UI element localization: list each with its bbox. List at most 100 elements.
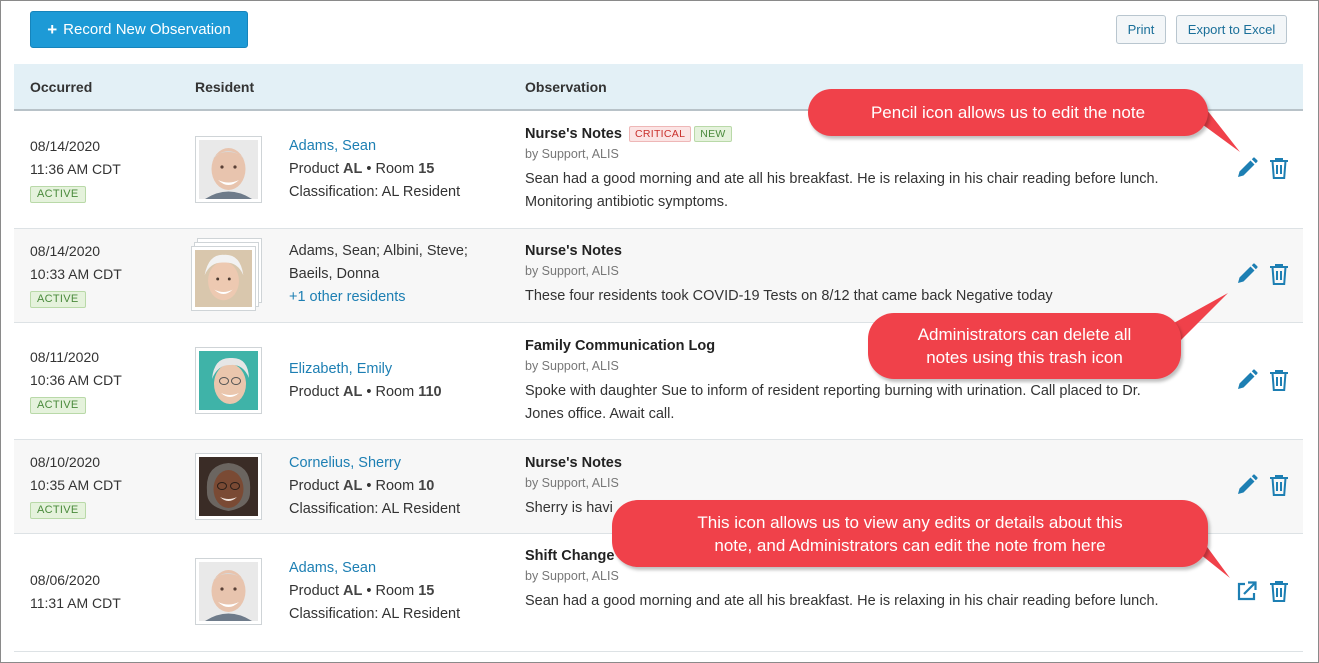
room-value: 15 [418, 583, 435, 599]
status-badge: ACTIVE [30, 502, 86, 519]
avatar[interactable] [195, 136, 262, 203]
plus-icon: + [47, 20, 58, 39]
resident-cell: Adams, Sean Product AL • Room 15 Classif… [289, 557, 460, 626]
residents-list-line2: Baeils, Donna [289, 266, 380, 282]
occurred-time: 10:35 AM CDT [30, 477, 122, 493]
occurred-date: 08/10/2020 [30, 454, 101, 470]
product-value: AL [343, 478, 363, 494]
resident-product-room: Product AL • Room 10 [289, 475, 460, 498]
product-prefix: Product [289, 161, 339, 177]
row-actions [1235, 473, 1295, 499]
trash-icon[interactable] [1267, 156, 1291, 180]
header-resident[interactable]: Resident [195, 79, 254, 95]
room-prefix: • Room [366, 384, 415, 400]
header-observation[interactable]: Observation [525, 79, 607, 95]
room-value: 10 [418, 478, 435, 494]
occurred-cell: 08/10/2020 10:35 AM CDT ACTIVE [30, 451, 122, 520]
occurred-date: 08/11/2020 [30, 349, 100, 365]
toolbar: + Record New Observation Print Export to… [0, 0, 1317, 64]
resident-cell: Cornelius, Sherry Product AL • Room 10 C… [289, 452, 460, 521]
table-row[interactable]: 08/14/2020 10:33 AM CDT ACTIVE Adams, Se… [14, 229, 1303, 323]
pencil-icon[interactable] [1235, 473, 1259, 497]
room-prefix: • Room [366, 478, 415, 494]
observation-text: These four residents took COVID-19 Tests… [525, 288, 1053, 304]
row-actions [1235, 156, 1295, 182]
other-residents-link[interactable]: +1 other residents [289, 286, 468, 309]
room-prefix: • Room [366, 583, 415, 599]
pencil-icon[interactable] [1235, 262, 1259, 286]
observation-author: by Support, ALIS [525, 476, 619, 490]
trash-icon[interactable] [1267, 473, 1291, 497]
occurred-date: 08/14/2020 [30, 243, 101, 259]
export-to-excel-button[interactable]: Export to Excel [1176, 15, 1287, 44]
status-badge: ACTIVE [30, 186, 86, 203]
resident-classification: Classification: AL Resident [289, 501, 461, 517]
observation-text: Sean had a good morning and ate all his … [525, 171, 1159, 210]
resident-classification: Classification: AL Resident [289, 184, 461, 200]
observation-author: by Support, ALIS [525, 147, 619, 161]
trash-icon[interactable] [1267, 262, 1291, 286]
record-new-observation-button[interactable]: + Record New Observation [30, 11, 248, 48]
callout-trash: Administrators can delete all notes usin… [868, 313, 1181, 379]
occurred-time: 11:36 AM CDT [30, 161, 121, 177]
avatar [191, 246, 256, 311]
resident-photo [199, 562, 258, 621]
product-prefix: Product [289, 583, 339, 599]
callout-view-details: This icon allows us to view any edits or… [612, 500, 1208, 567]
resident-link[interactable]: Cornelius, Sherry [289, 452, 460, 475]
room-value: 110 [418, 384, 442, 400]
product-prefix: Product [289, 478, 339, 494]
status-badge: ACTIVE [30, 397, 86, 414]
occurred-time: 10:36 AM CDT [30, 372, 122, 388]
avatar[interactable] [195, 558, 262, 625]
avatar-stack[interactable] [191, 238, 262, 311]
callout-pencil: Pencil icon allows us to edit the note [808, 89, 1208, 136]
row-actions [1235, 579, 1295, 605]
status-badge: ACTIVE [30, 291, 86, 308]
callout-trash-line1: Administrators can delete all [917, 325, 1132, 344]
resident-photo [199, 140, 258, 199]
print-button[interactable]: Print [1116, 15, 1166, 44]
occurred-time: 11:31 AM CDT [30, 595, 121, 611]
resident-cell: Elizabeth, Emily Product AL • Room 110 [289, 358, 442, 404]
resident-classification: Classification: AL Resident [289, 606, 461, 622]
observation-cell: Nurse's Notes by Support, ALIS These fou… [525, 241, 1175, 308]
callout-trash-line2: notes using this trash icon [926, 348, 1123, 367]
observation-text: Spoke with daughter Sue to inform of res… [525, 383, 1141, 422]
observation-title: Nurse's Notes [525, 455, 622, 471]
resident-photo [199, 457, 258, 516]
room-value: 15 [418, 161, 435, 177]
product-value: AL [343, 161, 363, 177]
occurred-cell: 08/11/2020 10:36 AM CDT ACTIVE [30, 346, 122, 415]
room-prefix: • Room [366, 161, 415, 177]
observation-type: Nurse's Notes [525, 126, 622, 142]
observation-text: Sean had a good morning and ate all his … [525, 593, 1159, 609]
resident-photo [195, 250, 252, 307]
resident-link[interactable]: Elizabeth, Emily [289, 358, 442, 381]
new-badge: NEW [694, 126, 732, 142]
pencil-icon[interactable] [1235, 368, 1259, 392]
resident-product-room: Product AL • Room 15 [289, 158, 460, 181]
resident-link[interactable]: Adams, Sean [289, 557, 460, 580]
trash-icon[interactable] [1267, 368, 1291, 392]
resident-cell: Adams, Sean Product AL • Room 15 Classif… [289, 135, 460, 204]
resident-cell: Adams, Sean; Albini, Steve; Baeils, Donn… [289, 240, 468, 309]
pencil-icon[interactable] [1235, 156, 1259, 180]
external-link-icon[interactable] [1235, 579, 1259, 603]
critical-badge: CRITICAL [628, 126, 692, 142]
trash-icon[interactable] [1267, 579, 1291, 603]
row-actions [1235, 262, 1295, 288]
resident-product-room: Product AL • Room 110 [289, 381, 442, 404]
occurred-cell: 08/14/2020 10:33 AM CDT ACTIVE [30, 240, 122, 309]
row-actions [1235, 368, 1295, 394]
avatar[interactable] [195, 347, 262, 414]
resident-product-room: Product AL • Room 15 [289, 580, 460, 603]
observation-title: Nurse's Notes [525, 243, 622, 259]
occurred-cell: 08/14/2020 11:36 AM CDT ACTIVE [30, 135, 121, 204]
callout-view-line1: This icon allows us to view any edits or… [697, 512, 1123, 532]
header-occurred[interactable]: Occurred [30, 79, 92, 95]
avatar[interactable] [195, 453, 262, 520]
occurred-date: 08/06/2020 [30, 572, 101, 588]
observation-author: by Support, ALIS [525, 264, 619, 278]
resident-link[interactable]: Adams, Sean [289, 135, 460, 158]
